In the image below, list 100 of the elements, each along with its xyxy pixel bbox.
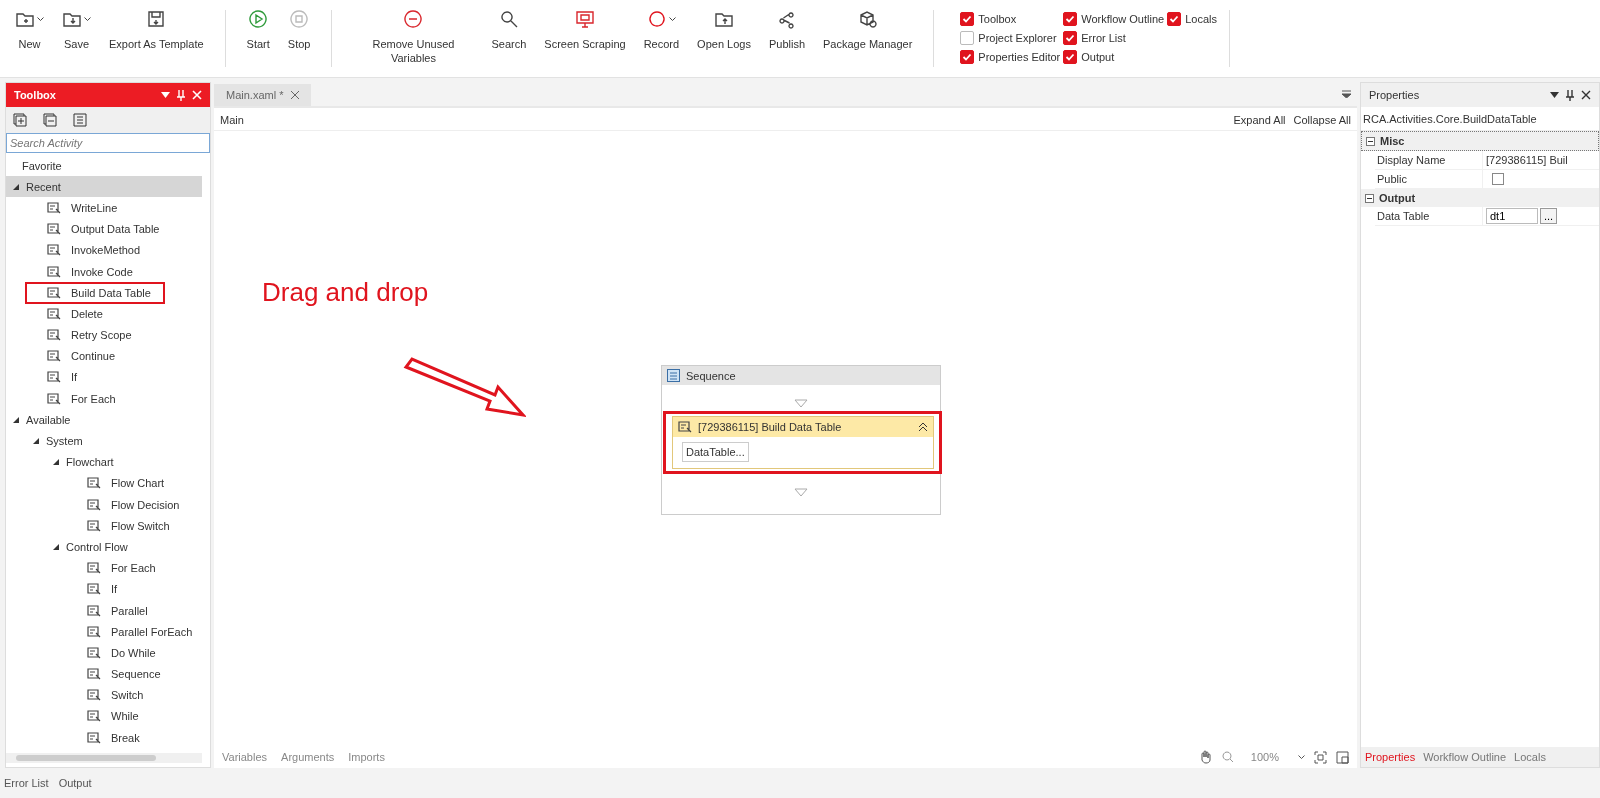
- property-name: Display Name: [1376, 154, 1447, 166]
- tree-item[interactable]: Break: [6, 727, 202, 749]
- zoom-level[interactable]: 100%: [1250, 751, 1279, 763]
- menu-icon[interactable]: [1342, 90, 1351, 98]
- tree-item[interactable]: Output Data Table: [6, 218, 202, 240]
- pin-icon[interactable]: [1566, 89, 1574, 101]
- collapse-icon[interactable]: [1365, 193, 1374, 203]
- collapse-icon[interactable]: [918, 422, 928, 432]
- toolbar-button[interactable]: Record: [634, 8, 689, 51]
- collapse-all-icon[interactable]: [42, 112, 58, 128]
- document-tab[interactable]: Main.xaml *: [214, 84, 312, 106]
- dropdown-icon[interactable]: [1550, 92, 1559, 98]
- checkbox[interactable]: [1063, 11, 1078, 26]
- play-icon: [248, 9, 269, 29]
- toolbar-button[interactable]: New: [6, 8, 53, 51]
- checkbox[interactable]: [1492, 173, 1504, 185]
- collapse-icon[interactable]: [1366, 136, 1375, 146]
- status-tab[interactable]: Error List: [4, 777, 49, 789]
- tree-item[interactable]: Control Flow: [6, 536, 202, 558]
- panel-tab[interactable]: Properties: [1365, 751, 1416, 763]
- status-tab[interactable]: Output: [58, 777, 92, 789]
- tree-item[interactable]: Delete: [6, 303, 202, 325]
- activity-icon: [87, 624, 101, 639]
- tree-item[interactable]: Do While: [6, 642, 202, 664]
- checkbox-label[interactable]: Error List: [1081, 31, 1126, 44]
- checkbox[interactable]: [1063, 49, 1078, 64]
- bottom-tab[interactable]: Variables: [222, 751, 268, 763]
- list-icon[interactable]: [72, 112, 88, 128]
- checkbox-label[interactable]: Output: [1081, 50, 1115, 63]
- property-value[interactable]: [729386115] Buil: [1486, 154, 1568, 166]
- tree-item[interactable]: Retry Scope: [6, 324, 202, 346]
- scrollbar[interactable]: [6, 753, 202, 763]
- toolbar-button[interactable]: Screen Scraping: [535, 8, 635, 51]
- activity-icon: [678, 420, 692, 434]
- checkbox-label[interactable]: Workflow Outline: [1081, 12, 1165, 25]
- link[interactable]: Collapse All: [1293, 114, 1351, 126]
- toolbar-button[interactable]: Remove Unused Variables: [344, 8, 483, 65]
- tree-item[interactable]: Continue: [6, 345, 202, 367]
- checkbox[interactable]: [1167, 11, 1182, 26]
- tree-item[interactable]: InvokeMethod: [6, 239, 202, 261]
- expander-icon[interactable]: [32, 437, 40, 446]
- link[interactable]: Expand All: [1233, 114, 1286, 126]
- expander-icon[interactable]: [12, 182, 20, 191]
- toolbar-button[interactable]: Publish: [759, 8, 814, 51]
- expander-icon[interactable]: [52, 542, 60, 551]
- input-field[interactable]: dt1: [1486, 208, 1538, 224]
- toolbar-button[interactable]: Start: [237, 8, 279, 51]
- breadcrumb[interactable]: Main: [220, 114, 244, 126]
- tree-item[interactable]: Parallel ForEach: [6, 621, 202, 643]
- tree-item[interactable]: Favorite: [6, 155, 202, 177]
- checkbox[interactable]: [960, 11, 975, 26]
- toolbar-button[interactable]: Save: [53, 8, 100, 51]
- bottom-tab[interactable]: Imports: [348, 751, 385, 763]
- tree-item[interactable]: If: [6, 366, 202, 389]
- activity-icon: [47, 391, 61, 406]
- tree-item[interactable]: Parallel: [6, 599, 202, 622]
- datatable-button[interactable]: DataTable...: [682, 442, 749, 462]
- tree-item[interactable]: Switch: [6, 684, 202, 706]
- caret-icon[interactable]: [1298, 754, 1305, 760]
- checkbox-label[interactable]: Toolbox: [978, 12, 1017, 25]
- hand-icon[interactable]: [1198, 750, 1213, 764]
- tree-item[interactable]: While: [6, 705, 202, 728]
- expander-icon[interactable]: [12, 415, 20, 424]
- checkbox[interactable]: [960, 49, 975, 64]
- panel-tab[interactable]: Workflow Outline: [1423, 751, 1507, 763]
- checkbox-label[interactable]: Properties Editor: [978, 50, 1061, 63]
- browse-button[interactable]: ...: [1540, 208, 1558, 224]
- overview-icon[interactable]: [1336, 750, 1349, 764]
- checkbox[interactable]: [1063, 30, 1078, 45]
- bottom-tab[interactable]: Arguments: [281, 751, 335, 763]
- panel-tab[interactable]: Locals: [1514, 751, 1546, 763]
- tree-item[interactable]: For Each: [6, 557, 202, 579]
- fit-icon[interactable]: [1314, 750, 1327, 764]
- tree-item[interactable]: Build Data Table: [6, 282, 202, 304]
- zoom-icon[interactable]: [1221, 751, 1234, 763]
- checkbox-label[interactable]: Project Explorer: [978, 31, 1057, 44]
- toolbar-button[interactable]: Open Logs: [688, 8, 760, 51]
- checkbox-label[interactable]: Locals: [1185, 12, 1217, 25]
- tree-item[interactable]: System: [6, 430, 202, 452]
- tree-item[interactable]: Recent: [6, 176, 202, 198]
- tree-item[interactable]: Flowchart: [6, 451, 202, 473]
- tree-item[interactable]: Available: [6, 409, 202, 431]
- tree-item[interactable]: Flow Chart: [6, 472, 202, 494]
- toolbar-button[interactable]: Package Manager: [814, 8, 922, 51]
- search-field[interactable]: Search Activity: [6, 133, 210, 153]
- sequence-container[interactable]: Sequence [729386115] Build Data Table DataTable...: [661, 365, 941, 515]
- expander-icon[interactable]: [52, 458, 60, 467]
- toolbar-button[interactable]: Export As Template: [100, 8, 213, 51]
- tree-item[interactable]: If: [6, 578, 202, 600]
- tree-item[interactable]: WriteLine: [6, 197, 202, 219]
- tree-item[interactable]: Flow Decision: [6, 494, 202, 516]
- toolbar-button[interactable]: Search: [482, 8, 536, 51]
- close-icon[interactable]: [1581, 90, 1591, 100]
- tree-item[interactable]: Invoke Code: [6, 260, 202, 283]
- tree-item[interactable]: Flow Switch: [6, 515, 202, 537]
- activity-card[interactable]: [729386115] Build Data Table DataTable...: [672, 416, 934, 469]
- tree-item[interactable]: For Each: [6, 388, 202, 410]
- tree-item[interactable]: Sequence: [6, 663, 202, 685]
- checkbox[interactable]: [960, 30, 975, 45]
- expand-all-icon[interactable]: [12, 112, 28, 128]
